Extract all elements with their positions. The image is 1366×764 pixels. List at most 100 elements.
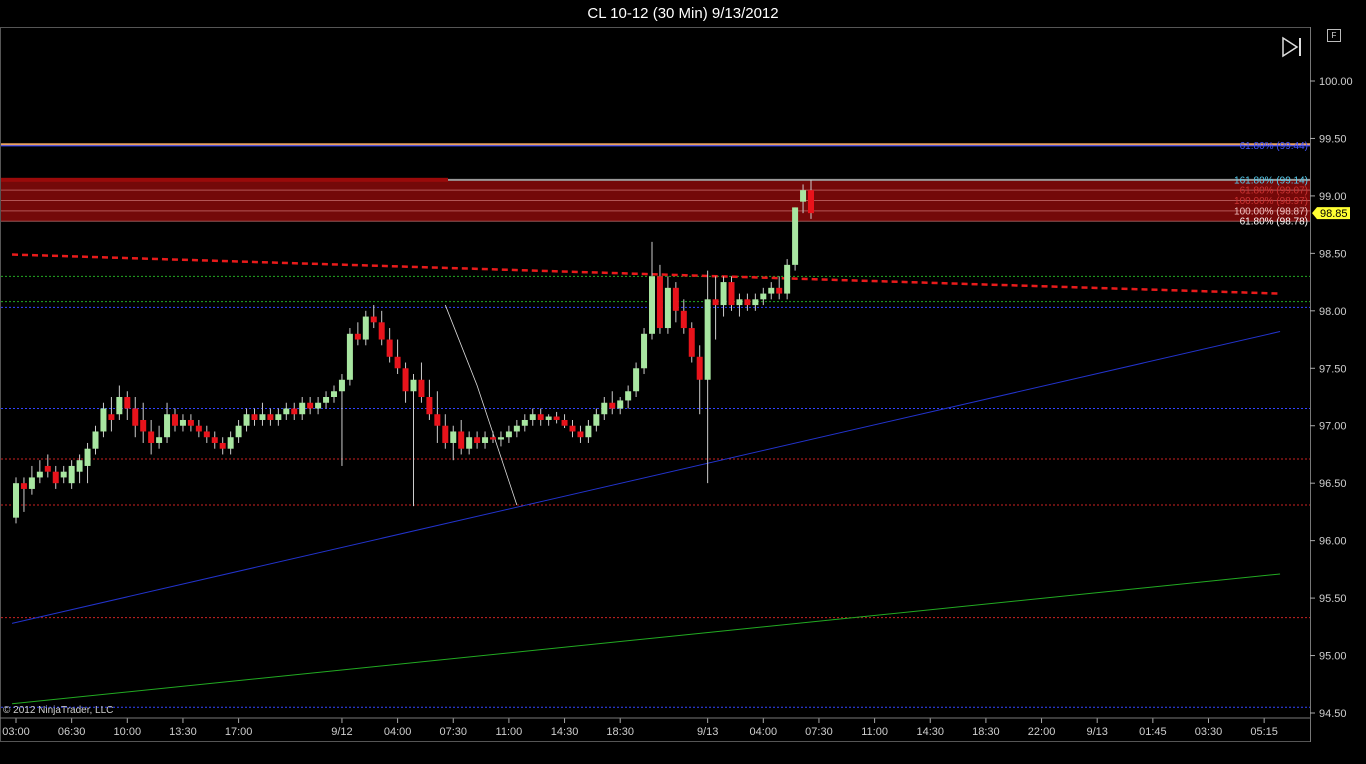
candle-down <box>458 431 465 449</box>
fib-zone-top-band <box>1 177 448 182</box>
candle-up <box>521 419 528 426</box>
candle-up <box>641 333 648 369</box>
candle-down <box>108 414 115 420</box>
candle-down <box>442 425 449 443</box>
candle-down <box>44 465 51 472</box>
candle-down <box>251 414 258 420</box>
candle-up <box>275 414 282 420</box>
candle-up <box>545 416 552 420</box>
f-badge[interactable]: F <box>1327 29 1341 42</box>
candle-up <box>593 414 600 426</box>
y-tick-label: 98.00 <box>1319 306 1347 318</box>
candle-up <box>13 483 19 518</box>
candle-down <box>378 322 385 340</box>
candle-up <box>649 276 655 334</box>
trend-lines-group <box>11 253 1281 705</box>
candle-up <box>116 397 123 415</box>
x-tick-label: 06:30 <box>58 726 86 738</box>
candle-up <box>36 471 43 478</box>
x-tick-label: 04:00 <box>750 726 778 738</box>
candle-up <box>625 391 632 401</box>
x-tick-label: 03:30 <box>1195 726 1223 738</box>
candle-up <box>60 471 67 478</box>
candle-down <box>434 414 441 426</box>
x-tick-label: 13:30 <box>169 726 197 738</box>
candle-down <box>195 425 202 432</box>
copyright-text: © 2012 NinjaTrader, LLC <box>3 705 114 716</box>
skip-to-end-icon[interactable] <box>1281 36 1303 58</box>
candle-down <box>402 368 409 392</box>
x-tick-label: 9/13 <box>1086 726 1107 738</box>
x-tick-label: 11:00 <box>861 726 888 738</box>
candle-up <box>466 437 473 449</box>
candle-down <box>776 287 783 294</box>
candle-up <box>243 414 250 426</box>
candle-down <box>370 316 377 323</box>
candle-up <box>720 282 727 306</box>
candle-down <box>187 419 194 426</box>
candle-up <box>283 408 290 415</box>
red-dashed-trendline <box>11 253 1281 295</box>
candle-down <box>132 408 139 426</box>
y-tick-label: 99.00 <box>1319 191 1347 203</box>
horizontal-lines-group <box>1 143 1310 708</box>
x-tick-label: 9/13 <box>697 726 718 738</box>
candle-up <box>331 391 337 397</box>
x-tick-label: 14:30 <box>916 726 944 738</box>
candle-up <box>346 333 353 380</box>
candle-up <box>410 379 417 392</box>
candle-down <box>696 356 703 380</box>
x-tick-label: 05:15 <box>1250 726 1278 738</box>
plot-border <box>0 27 1311 742</box>
candle-down <box>307 402 314 409</box>
candle-up <box>259 414 266 420</box>
candle-down <box>211 437 218 443</box>
candle-down <box>172 414 178 426</box>
fib-zone-group <box>1 177 1310 222</box>
candle-up <box>601 402 608 415</box>
candle-up <box>664 287 671 329</box>
x-tick-label: 9/12 <box>331 726 352 738</box>
x-tick-label: 22:00 <box>1028 726 1056 738</box>
candlestick-chart[interactable]: 61.80% (99.44) 161.80% (99.14)61.80% (99.… <box>0 0 1366 764</box>
green-trendline <box>11 573 1281 705</box>
y-tick-label: 100.00 <box>1319 76 1353 88</box>
x-tick-label: 07:30 <box>439 726 467 738</box>
candle-down <box>728 282 735 306</box>
x-tick-label: 03:00 <box>2 726 30 738</box>
candle-up <box>497 437 504 440</box>
candle-up <box>736 299 743 306</box>
candle-up <box>633 368 640 392</box>
y-tick-label: 95.00 <box>1319 651 1347 663</box>
x-tick-label: 11:00 <box>496 726 523 738</box>
candle-down <box>744 299 751 306</box>
candle-up <box>704 299 711 380</box>
candle-down <box>553 416 560 420</box>
candle-down <box>386 339 393 357</box>
candle-up <box>784 264 791 294</box>
candle-up <box>28 477 35 489</box>
y-tick-label: 97.00 <box>1319 421 1347 433</box>
y-tick-label: 97.50 <box>1319 363 1347 375</box>
candle-down <box>291 408 298 415</box>
x-tick-label: 18:30 <box>606 726 634 738</box>
candle-up <box>585 425 592 438</box>
candle-up <box>505 431 512 438</box>
x-tick-label: 14:30 <box>551 726 579 738</box>
candle-up <box>768 287 775 294</box>
candle-up <box>323 397 330 403</box>
candle-down <box>808 190 814 214</box>
y-tick-label: 96.00 <box>1319 536 1347 548</box>
candle-down <box>672 287 679 311</box>
candle-up <box>362 316 369 340</box>
fib-label: 100.00% (98.87) <box>1234 206 1308 217</box>
candle-down <box>20 483 27 489</box>
candle-down <box>219 442 226 449</box>
zigzag-line <box>444 304 518 506</box>
candle-up <box>792 207 799 265</box>
candle-up <box>315 402 322 409</box>
candle-up <box>92 431 99 449</box>
fib-label: 61.80% (99.07) <box>1240 186 1308 197</box>
candles-group <box>13 179 814 524</box>
candle-down <box>52 471 59 484</box>
